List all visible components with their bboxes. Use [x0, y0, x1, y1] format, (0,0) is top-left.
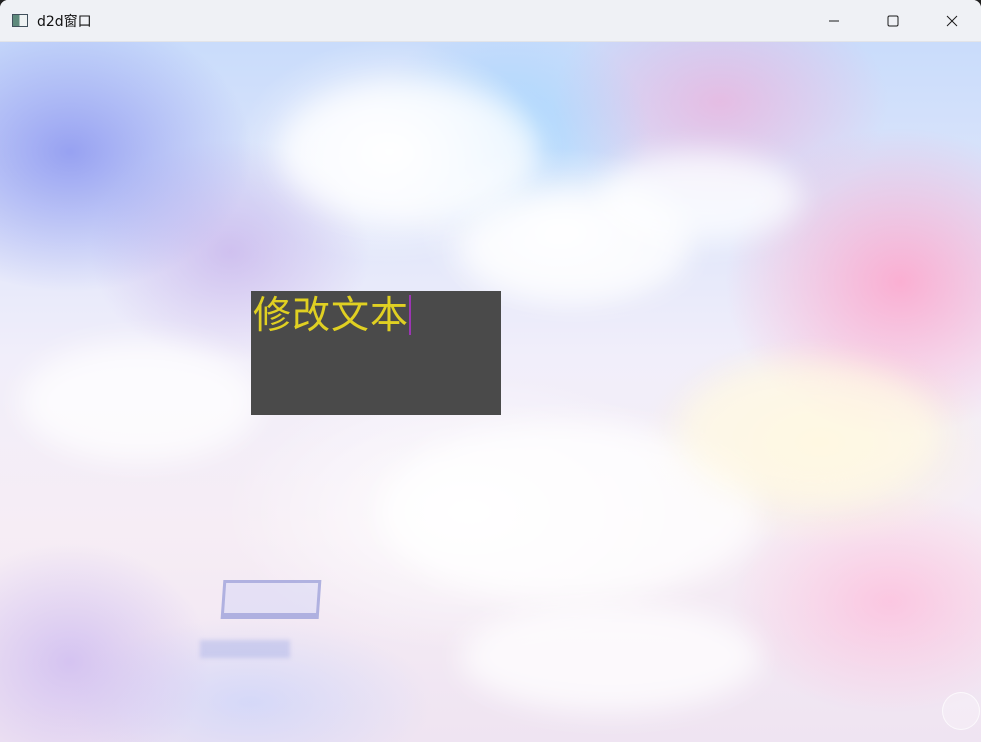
- close-icon: [946, 15, 957, 26]
- bench-reflection: [200, 640, 290, 658]
- maximize-button[interactable]: [863, 0, 922, 41]
- window-title: d2d窗口: [37, 13, 92, 30]
- background-cloud: [20, 342, 260, 462]
- background-cloud: [280, 82, 540, 222]
- maximize-icon: [887, 15, 898, 26]
- text-edit-box[interactable]: 修改文本: [251, 291, 501, 415]
- edit-box-text-line: 修改文本: [253, 293, 412, 337]
- minimize-icon: [828, 20, 839, 21]
- corner-bubble-decoration: [942, 692, 980, 730]
- bench-illustration: [220, 580, 322, 619]
- minimize-button[interactable]: [804, 0, 863, 41]
- background-cloud: [600, 152, 800, 242]
- title-bar[interactable]: d2d窗口: [0, 0, 981, 42]
- close-button[interactable]: [922, 0, 981, 41]
- app-window-icon[interactable]: [12, 14, 28, 27]
- app-window: d2d窗口 修改文本: [0, 0, 981, 742]
- background-cloud: [460, 602, 760, 712]
- caption-buttons: [804, 0, 981, 41]
- background-cloud: [680, 362, 940, 502]
- d2d-canvas[interactable]: 修改文本: [0, 42, 981, 742]
- text-caret: [409, 295, 412, 335]
- edit-box-text: 修改文本: [253, 293, 410, 337]
